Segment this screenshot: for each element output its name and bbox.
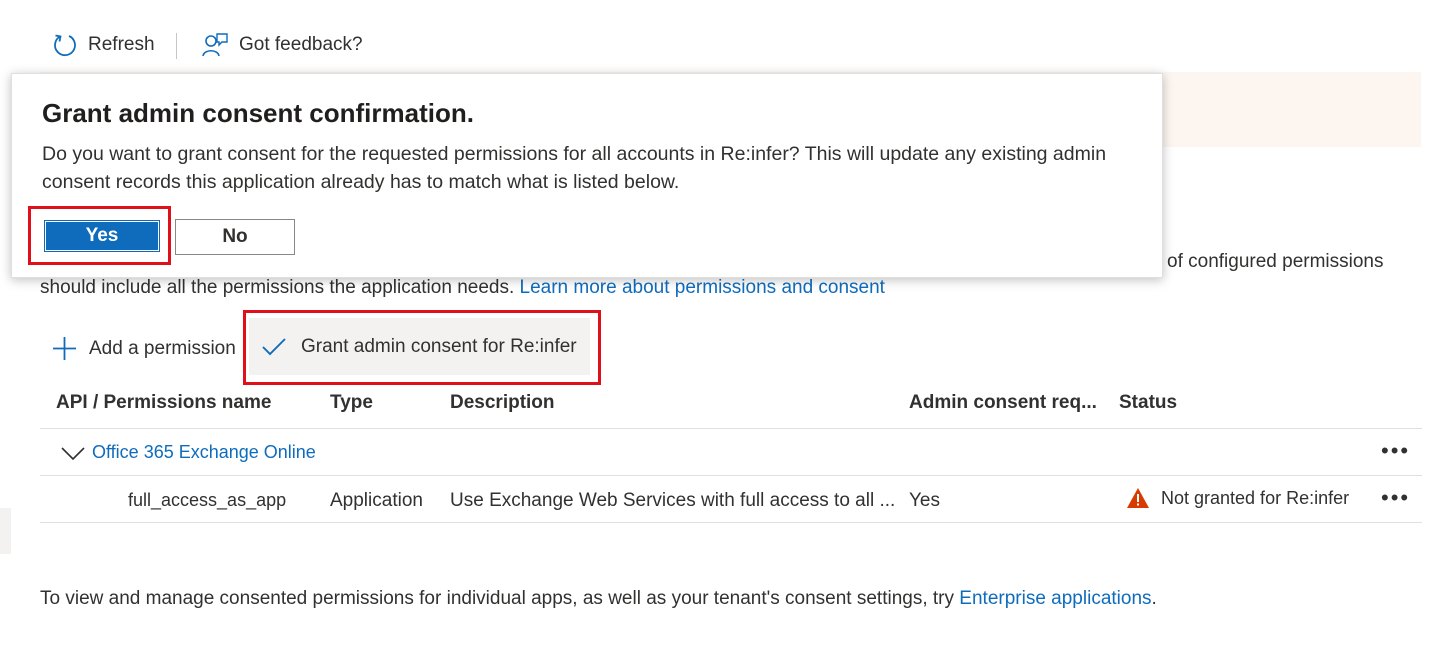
grant-consent-label: Grant admin consent for Re:infer (301, 335, 577, 357)
status-cell: Not granted for Re:infer (1126, 487, 1349, 509)
column-header-type: Type (330, 392, 373, 413)
group-row-office-365[interactable]: Office 365 Exchange Online (60, 442, 316, 463)
yes-button[interactable]: Yes (44, 220, 160, 252)
chevron-down-icon[interactable] (60, 443, 86, 463)
no-button[interactable]: No (175, 219, 295, 255)
column-header-description: Description (450, 392, 555, 413)
consent-confirmation-dialog: Grant admin consent confirmation. Do you… (11, 73, 1163, 278)
permission-description: Use Exchange Web Services with full acce… (450, 490, 896, 511)
feedback-button[interactable]: Got feedback? (201, 32, 363, 58)
refresh-label: Refresh (88, 34, 155, 55)
permission-name-link[interactable]: full_access_as_app (128, 490, 286, 511)
enterprise-applications-link[interactable]: Enterprise applications (959, 588, 1151, 609)
left-panel-edge (0, 508, 11, 554)
warning-icon (1126, 487, 1150, 509)
plus-icon (52, 336, 77, 361)
footer-period: . (1151, 588, 1157, 609)
footer-text: To view and manage consented permissions… (40, 588, 1157, 610)
row-more-options-icon[interactable]: ••• (1381, 487, 1410, 509)
checkmark-icon (261, 336, 287, 358)
status-text: Not granted for Re:infer (1161, 487, 1350, 508)
intro-line: should include all the permissions the a… (40, 277, 515, 298)
group-name-link[interactable]: Office 365 Exchange Online (92, 442, 316, 463)
permission-type: Application (330, 490, 423, 511)
table-divider (40, 522, 1422, 523)
add-permission-label: Add a permission (89, 337, 236, 359)
dialog-message: Do you want to grant consent for the req… (42, 143, 1107, 193)
table-divider (40, 428, 1422, 429)
column-header-name: API / Permissions name (56, 392, 272, 413)
toolbar-separator (176, 33, 177, 59)
refresh-button[interactable]: Refresh (52, 32, 155, 58)
intro-text: should include all the permissions the a… (40, 277, 885, 299)
footer-message: To view and manage consented permissions… (40, 588, 955, 609)
add-permission-button[interactable]: Add a permission (52, 336, 236, 361)
dialog-title: Grant admin consent confirmation. (42, 98, 474, 128)
refresh-icon (52, 32, 78, 58)
table-divider (40, 475, 1422, 476)
feedback-icon (201, 32, 229, 58)
admin-consent-value: Yes (909, 490, 940, 511)
group-more-options-icon[interactable]: ••• (1381, 440, 1410, 462)
feedback-label: Got feedback? (239, 34, 363, 55)
intro-text-tail: of configured permissions (1167, 251, 1384, 272)
grant-admin-consent-button[interactable]: Grant admin consent for Re:infer (249, 318, 590, 375)
column-header-status: Status (1119, 392, 1178, 413)
learn-more-link[interactable]: Learn more about permissions and consent (520, 277, 885, 298)
column-header-admin-consent: Admin consent req... (909, 392, 1097, 413)
